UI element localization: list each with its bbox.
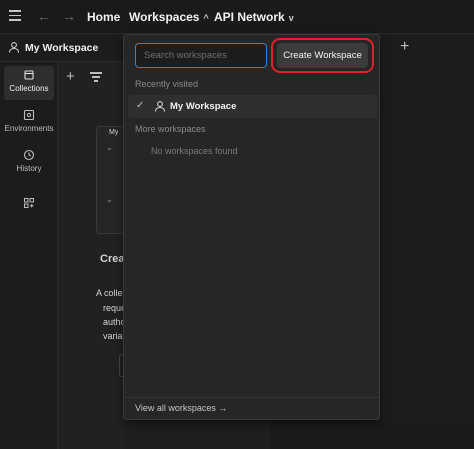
workspace-name: My Workspace (170, 101, 237, 112)
history-icon (23, 149, 35, 161)
workspaces-dropdown: Create Workspace Recently visited ✓ My W… (123, 34, 380, 420)
collections-icon (24, 70, 34, 80)
user-icon (8, 42, 20, 53)
environments-icon (23, 109, 35, 121)
add-collection-button[interactable]: + (66, 68, 75, 85)
nav-workspaces-label: Workspaces (129, 10, 200, 24)
sidebar-item-apps[interactable] (4, 194, 54, 228)
back-arrow-icon[interactable]: ← (37, 8, 51, 24)
sidebar-item-label: History (16, 164, 42, 173)
sidebar-item-label: Environments (4, 124, 54, 133)
filter-icon[interactable] (90, 72, 102, 82)
recently-visited-label: Recently visited (135, 79, 199, 89)
search-workspaces-input[interactable] (135, 43, 267, 68)
sidebar-item-history[interactable]: History (4, 146, 54, 180)
chevron-down-icon: ⌄ (106, 195, 113, 204)
checkmark-icon: ✓ (136, 100, 145, 111)
nav-workspaces[interactable]: Workspaces ^ (129, 10, 209, 24)
top-nav-bar: ← → Home Workspaces ^ API Network v (0, 0, 474, 34)
sidebar-item-label: Collections (9, 84, 49, 93)
workspace-name: My Workspace (25, 42, 99, 54)
chevron-up-icon: ^ (203, 13, 209, 23)
bottom-panel (123, 420, 270, 449)
hamburger-menu-icon[interactable] (9, 10, 21, 22)
chevron-down-icon: v (288, 13, 294, 23)
empty-state-heading: Crea (100, 253, 125, 265)
sidebar-item-collections[interactable]: Collections (4, 66, 54, 100)
workspace-list-item[interactable]: ✓ My Workspace (128, 95, 377, 118)
nav-api-network-label: API Network (214, 10, 285, 24)
bottom-panel (270, 420, 474, 449)
workspace-header: My Workspace (0, 34, 123, 62)
empty-state-desc-line: varia (103, 331, 123, 341)
nav-api-network[interactable]: API Network v (214, 10, 294, 24)
main-tab-area (380, 34, 474, 449)
forward-arrow-icon[interactable]: → (62, 8, 76, 24)
nav-home[interactable]: Home (87, 10, 120, 24)
more-workspaces-label: More workspaces (135, 124, 206, 134)
divider (124, 397, 379, 398)
collection-card-title: My (109, 129, 119, 136)
new-tab-button[interactable]: + (400, 38, 409, 56)
sidebar-item-environments[interactable]: Environments (4, 106, 54, 140)
apps-grid-icon (24, 198, 34, 208)
empty-state-desc-line: A colle (96, 288, 123, 298)
user-icon (154, 101, 166, 112)
chevron-down-icon: ⌄ (106, 143, 113, 152)
sidebar: Collections Environments History (0, 62, 58, 449)
annotation-highlight-circle (271, 38, 374, 73)
view-all-workspaces-link[interactable]: View all workspaces → (135, 403, 227, 413)
no-workspaces-message: No workspaces found (151, 146, 238, 156)
